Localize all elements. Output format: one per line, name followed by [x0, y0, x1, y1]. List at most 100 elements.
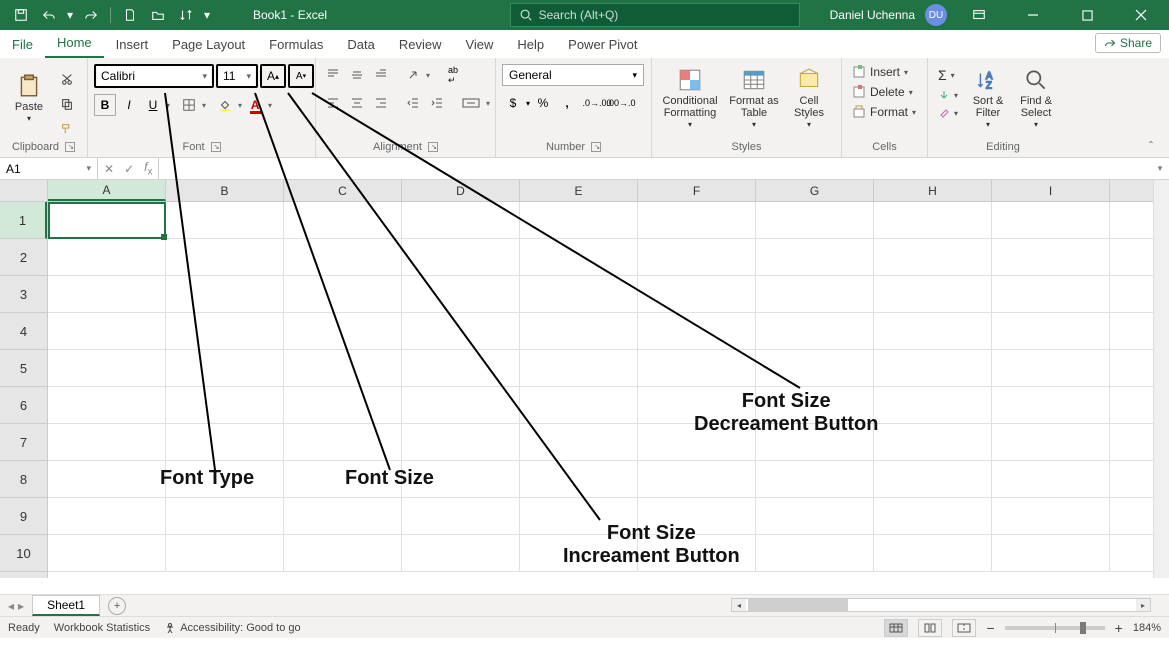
merge-center-icon[interactable]	[458, 92, 484, 114]
bold-button[interactable]: B	[94, 94, 116, 116]
cell-styles-button[interactable]: Cell Styles▾	[786, 64, 832, 132]
cell[interactable]	[874, 313, 992, 349]
cell[interactable]	[638, 387, 756, 423]
cell[interactable]	[992, 535, 1110, 571]
cell[interactable]	[756, 239, 874, 275]
cell[interactable]	[402, 461, 520, 497]
cell[interactable]	[874, 498, 992, 534]
cell[interactable]	[756, 535, 874, 571]
tab-data[interactable]: Data	[335, 31, 386, 58]
cell[interactable]	[284, 498, 402, 534]
fill-button[interactable]: ▾	[934, 88, 962, 102]
cell[interactable]	[874, 239, 992, 275]
format-painter-icon[interactable]	[56, 118, 78, 140]
increase-indent-icon[interactable]	[426, 92, 448, 114]
cell[interactable]	[992, 498, 1110, 534]
cell[interactable]	[756, 276, 874, 312]
cells-format-button[interactable]: Format▾	[848, 104, 920, 120]
collapse-ribbon-icon[interactable]: ˆ	[1149, 139, 1163, 153]
minimize-button[interactable]	[1011, 0, 1055, 30]
new-file-icon[interactable]	[117, 3, 143, 27]
normal-view-icon[interactable]	[884, 619, 908, 637]
cell[interactable]	[284, 276, 402, 312]
cell[interactable]	[166, 276, 284, 312]
cancel-formula-icon[interactable]: ✕	[104, 162, 114, 176]
zoom-out-icon[interactable]: −	[986, 620, 994, 636]
cell[interactable]	[992, 276, 1110, 312]
find-select-button[interactable]: Find & Select▾	[1014, 64, 1058, 132]
cell[interactable]	[756, 313, 874, 349]
row-header[interactable]: 6	[0, 387, 47, 424]
cell[interactable]	[638, 350, 756, 386]
zoom-slider[interactable]	[1005, 626, 1105, 630]
tab-help[interactable]: Help	[505, 31, 556, 58]
cell[interactable]	[992, 239, 1110, 275]
page-break-view-icon[interactable]	[952, 619, 976, 637]
font-size-combo[interactable]: 11▾	[219, 66, 255, 86]
font-dialog-icon[interactable]: ↘	[211, 142, 221, 152]
column-header[interactable]: C	[284, 180, 402, 201]
align-middle-icon[interactable]	[346, 64, 368, 86]
format-as-table-button[interactable]: Format as Table▾	[726, 64, 782, 132]
cell[interactable]	[874, 276, 992, 312]
cell[interactable]	[48, 202, 166, 238]
new-sheet-button[interactable]: +	[108, 597, 126, 615]
cells-delete-button[interactable]: Delete▾	[848, 84, 920, 100]
cell[interactable]	[520, 313, 638, 349]
select-all-button[interactable]	[0, 180, 48, 202]
sheet-prev-icon[interactable]: ◂	[8, 599, 14, 613]
column-header[interactable]: H	[874, 180, 992, 201]
paste-button[interactable]: Paste ▾	[6, 64, 52, 132]
tab-home[interactable]: Home	[45, 29, 104, 58]
row-header[interactable]: 4	[0, 313, 47, 350]
cell[interactable]	[992, 202, 1110, 238]
row-header[interactable]: 7	[0, 424, 47, 461]
column-header[interactable]: D	[402, 180, 520, 201]
cell[interactable]	[756, 461, 874, 497]
cell[interactable]	[402, 350, 520, 386]
sort-icon[interactable]	[173, 3, 199, 27]
user-name[interactable]: Daniel Uchenna	[830, 8, 915, 22]
cell[interactable]	[166, 498, 284, 534]
open-file-icon[interactable]	[145, 3, 171, 27]
cell[interactable]	[166, 535, 284, 571]
row-header[interactable]: 10	[0, 535, 47, 572]
conditional-formatting-button[interactable]: Conditional Formatting▾	[658, 64, 722, 132]
decrease-decimal-icon[interactable]: .00→.0	[610, 92, 632, 114]
cell[interactable]	[48, 387, 166, 423]
cell[interactable]	[166, 387, 284, 423]
clipboard-dialog-icon[interactable]: ↘	[65, 142, 75, 152]
italic-button[interactable]: I	[118, 94, 140, 116]
cell[interactable]	[756, 424, 874, 460]
share-button[interactable]: Share	[1095, 33, 1161, 53]
redo-icon[interactable]	[78, 3, 104, 27]
cell[interactable]	[638, 535, 756, 571]
cell[interactable]	[638, 202, 756, 238]
increase-font-button[interactable]: A▴	[263, 66, 283, 86]
decrease-indent-icon[interactable]	[402, 92, 424, 114]
borders-button[interactable]	[178, 94, 200, 116]
name-box[interactable]: A1▾	[0, 158, 98, 179]
cell[interactable]	[638, 461, 756, 497]
cell[interactable]	[48, 239, 166, 275]
column-header[interactable]: A	[48, 180, 166, 201]
row-header[interactable]: 8	[0, 461, 47, 498]
cell[interactable]	[402, 202, 520, 238]
cell[interactable]	[166, 461, 284, 497]
cell[interactable]	[992, 424, 1110, 460]
vertical-scrollbar[interactable]	[1153, 180, 1169, 578]
cell[interactable]	[992, 313, 1110, 349]
row-header[interactable]: 3	[0, 276, 47, 313]
cell[interactable]	[874, 387, 992, 423]
cell[interactable]	[166, 202, 284, 238]
cell[interactable]	[874, 350, 992, 386]
cell[interactable]	[520, 535, 638, 571]
tab-insert[interactable]: Insert	[104, 31, 161, 58]
cell[interactable]	[402, 313, 520, 349]
cell[interactable]	[284, 387, 402, 423]
cell[interactable]	[402, 276, 520, 312]
row-header[interactable]: 1	[0, 202, 47, 239]
cell[interactable]	[284, 424, 402, 460]
cell[interactable]	[402, 424, 520, 460]
undo-icon[interactable]	[36, 3, 62, 27]
